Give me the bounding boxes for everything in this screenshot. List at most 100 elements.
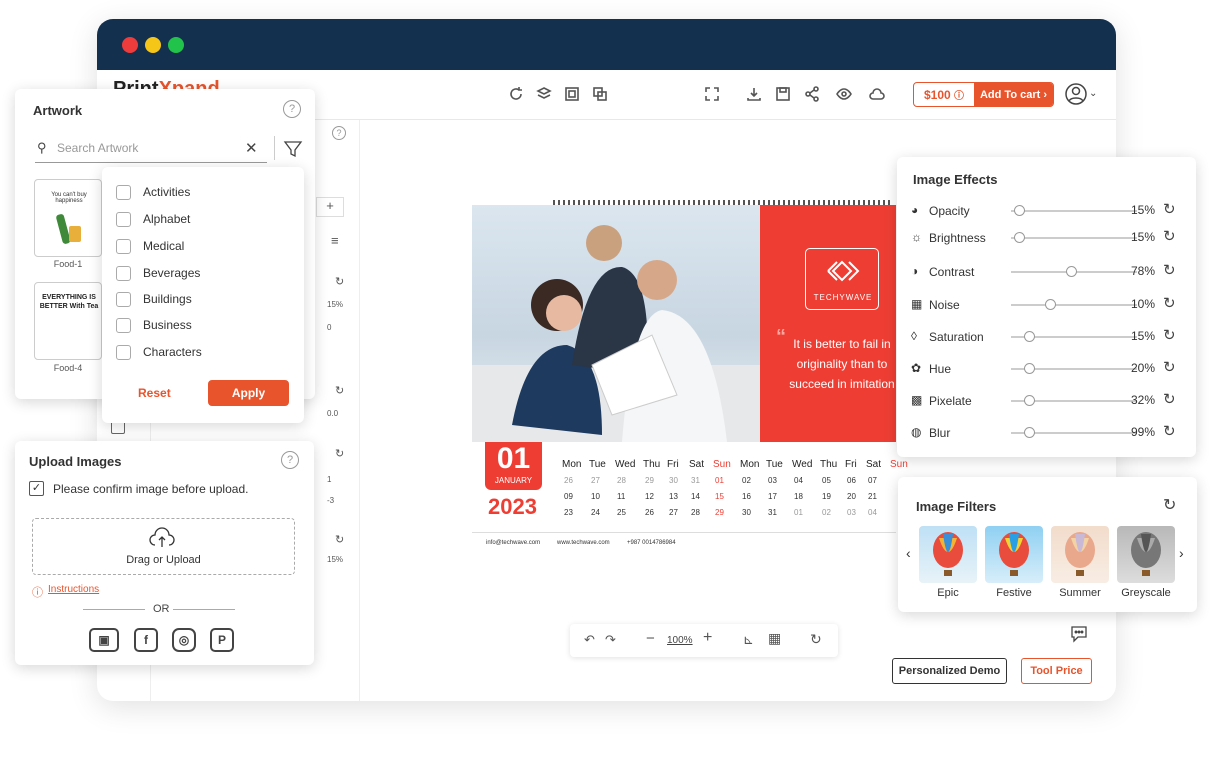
filter-option[interactable]: Beverages — [116, 265, 200, 281]
preview-icon[interactable] — [835, 85, 853, 103]
reset-icon[interactable]: ↻ — [1163, 424, 1179, 440]
reset-icon[interactable]: ↻ — [335, 533, 344, 546]
pinterest-icon[interactable]: P — [210, 628, 234, 652]
calendar-divider — [472, 532, 896, 533]
instagram-icon[interactable]: ◎ — [172, 628, 196, 652]
filter-thumb[interactable] — [1117, 526, 1175, 583]
filter-icon[interactable] — [283, 139, 303, 159]
reset-icon[interactable]: ↻ — [1163, 296, 1179, 312]
filter-thumb[interactable] — [919, 526, 977, 583]
undo-icon[interactable]: ↶ — [584, 632, 595, 648]
checkbox[interactable] — [116, 265, 131, 281]
divider — [173, 609, 235, 610]
align-icon[interactable]: ≡ — [331, 233, 339, 248]
zoom-in-button[interactable]: + — [703, 629, 712, 647]
fullscreen-icon[interactable] — [703, 85, 721, 103]
effect-slider-knob[interactable] — [1024, 363, 1035, 374]
filter-thumb[interactable] — [985, 526, 1043, 583]
layers-icon[interactable] — [535, 85, 553, 103]
checkbox[interactable] — [116, 238, 131, 254]
filter-option[interactable]: Alphabet — [116, 211, 190, 227]
gallery-icon[interactable]: ▣ — [89, 628, 119, 652]
reset-icon[interactable]: ↻ — [1163, 328, 1179, 344]
confirm-checkbox[interactable]: ✓ — [29, 481, 44, 496]
share-icon[interactable] — [803, 85, 821, 103]
save-icon[interactable] — [774, 85, 792, 103]
user-avatar-icon[interactable] — [1065, 83, 1087, 105]
effect-slider-knob[interactable] — [1014, 205, 1025, 216]
checkbox[interactable] — [116, 291, 131, 307]
maximize-dot[interactable] — [168, 37, 184, 53]
download-icon[interactable] — [745, 85, 763, 103]
effect-slider-knob[interactable] — [1066, 266, 1077, 277]
effect-slider-track[interactable] — [1011, 304, 1137, 306]
artwork-thumb[interactable]: EVERYTHING IS BETTER With Tea — [34, 282, 102, 360]
help-icon[interactable]: ? — [332, 126, 346, 140]
reset-icon[interactable]: ↻ — [335, 447, 344, 460]
thumb-label: Food-4 — [53, 363, 83, 373]
effects-title: Image Effects — [913, 172, 998, 187]
reset-view-icon[interactable]: ↻ — [810, 631, 822, 648]
checkbox[interactable] — [116, 317, 131, 333]
zoom-level[interactable]: 100% — [667, 635, 693, 646]
duplicate-icon[interactable] — [591, 85, 609, 103]
reset-button[interactable]: Reset — [138, 386, 171, 400]
reset-icon[interactable]: ↻ — [1163, 263, 1179, 279]
reset-icon[interactable]: ↻ — [1163, 229, 1179, 245]
reset-icon[interactable]: ↻ — [335, 275, 344, 288]
reset-icon[interactable]: ↻ — [1163, 392, 1179, 408]
redo-icon[interactable]: ↷ — [605, 632, 616, 648]
effect-slider-knob[interactable] — [1014, 232, 1025, 243]
checkbox[interactable] — [116, 211, 131, 227]
artwork-search-input[interactable]: ⚲ Search Artwork ✕ — [35, 137, 267, 163]
effect-slider-knob[interactable] — [1024, 395, 1035, 406]
frame-icon[interactable] — [563, 85, 581, 103]
help-icon[interactable]: ? — [281, 451, 299, 469]
effect-slider-knob[interactable] — [1045, 299, 1056, 310]
weekday-header: Fri — [667, 459, 679, 470]
checkbox[interactable] — [116, 344, 131, 360]
instructions-link[interactable]: Instructions — [48, 584, 99, 595]
help-icon[interactable]: ? — [283, 100, 301, 118]
cloud-icon[interactable] — [868, 85, 886, 103]
ruler-icon[interactable]: ⊾ — [743, 632, 754, 648]
apply-button[interactable]: Apply — [208, 380, 289, 406]
facebook-icon[interactable]: f — [134, 628, 158, 652]
upload-dropzone[interactable]: Drag or Upload — [32, 518, 295, 575]
artwork-thumb[interactable]: You can't buy happiness — [34, 179, 102, 257]
reload-icon[interactable] — [507, 85, 525, 103]
filter-thumb[interactable] — [1051, 526, 1109, 583]
filter-option[interactable]: Characters — [116, 344, 202, 360]
calendar-day: 26 — [564, 476, 573, 485]
effect-slider-track[interactable] — [1011, 210, 1137, 212]
grid-icon[interactable]: ▦ — [768, 630, 781, 647]
reset-icon[interactable]: ↻ — [335, 384, 344, 397]
chevron-left-icon[interactable]: ‹ — [906, 545, 911, 561]
filter-option[interactable]: Buildings — [116, 291, 192, 307]
reset-icon[interactable]: ↻ — [1163, 495, 1176, 515]
zoom-out-button[interactable]: − — [646, 630, 655, 647]
effect-slider-track[interactable] — [1011, 237, 1137, 239]
add-to-cart-button[interactable]: Add To cart › — [974, 83, 1053, 106]
checkbox[interactable] — [116, 184, 131, 200]
calendar-photo[interactable] — [472, 205, 760, 442]
tool-price-button[interactable]: Tool Price — [1021, 658, 1092, 684]
personalized-demo-button[interactable]: Personalized Demo — [892, 658, 1007, 684]
effect-slider-knob[interactable] — [1024, 427, 1035, 438]
clear-icon[interactable]: ✕ — [245, 139, 258, 157]
reset-icon[interactable]: ↻ — [1163, 360, 1179, 376]
filter-option[interactable]: Business — [116, 317, 192, 333]
filter-option[interactable]: Activities — [116, 184, 190, 200]
add-button[interactable]: + — [316, 197, 344, 217]
chevron-right-icon[interactable]: › — [1179, 545, 1184, 561]
minimize-dot[interactable] — [145, 37, 161, 53]
chat-icon[interactable] — [1069, 624, 1091, 644]
effect-slider-knob[interactable] — [1024, 331, 1035, 342]
reset-icon[interactable]: ↻ — [1163, 202, 1179, 218]
filter-option[interactable]: Medical — [116, 238, 184, 254]
calendar-day: 24 — [591, 508, 600, 517]
close-dot[interactable] — [122, 37, 138, 53]
effect-icon: ▦ — [911, 297, 923, 311]
chevron-down-icon[interactable]: ⌄ — [1089, 88, 1097, 99]
calendar-day: 20 — [847, 492, 856, 501]
